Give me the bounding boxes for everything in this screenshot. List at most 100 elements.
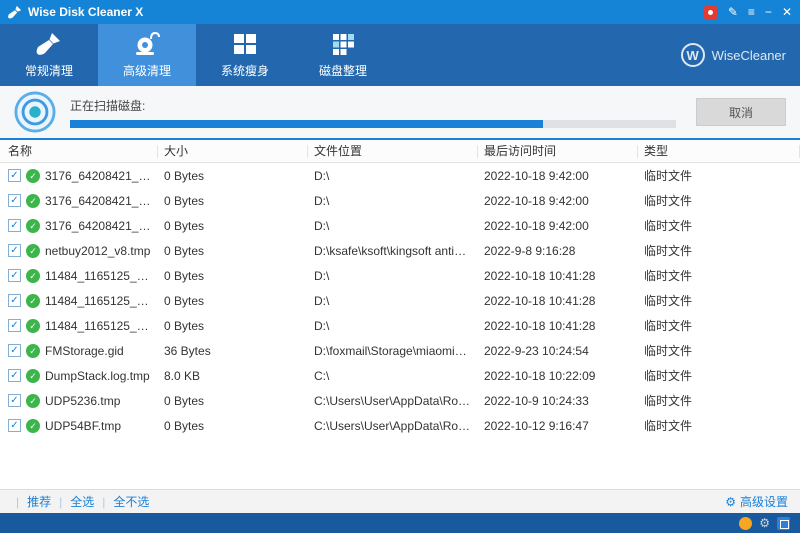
row-checkbox[interactable]: ✓ — [8, 419, 21, 432]
column-header-size[interactable]: 大小 — [158, 145, 308, 158]
scan-progress-bar — [70, 120, 676, 128]
name-cell: ✓ ✓ UDP5236.tmp — [0, 394, 158, 408]
file-size: 0 Bytes — [158, 394, 308, 408]
file-table: 名称 大小 文件位置 最后访问时间 类型 ✓ ✓ 3176_64208421_M… — [0, 140, 800, 489]
column-header-location[interactable]: 文件位置 — [308, 145, 478, 158]
file-name: FMStorage.gid — [45, 344, 124, 358]
file-location: D:\ — [308, 294, 478, 308]
file-type: 临时文件 — [638, 417, 800, 434]
file-last-access: 2022-10-18 10:41:28 — [478, 269, 638, 283]
row-checkbox[interactable]: ✓ — [8, 219, 21, 232]
select-none-link[interactable]: 全不选 — [113, 493, 149, 510]
check-circle-icon: ✓ — [26, 419, 40, 433]
tab-disk-defrag[interactable]: 磁盘整理 — [294, 24, 392, 86]
file-name: UDP54BF.tmp — [45, 419, 121, 433]
vacuum-icon — [134, 31, 160, 57]
tab-label: 高级清理 — [123, 62, 171, 79]
row-checkbox[interactable]: ✓ — [8, 194, 21, 207]
advanced-settings-link[interactable]: ⚙ 高级设置 — [725, 493, 788, 510]
check-circle-icon: ✓ — [26, 369, 40, 383]
select-all-link[interactable]: 全选 — [70, 493, 94, 510]
row-checkbox[interactable]: ✓ — [8, 319, 21, 332]
file-location: D:\ — [308, 219, 478, 233]
file-size: 0 Bytes — [158, 219, 308, 233]
row-checkbox[interactable]: ✓ — [8, 344, 21, 357]
table-row[interactable]: ✓ ✓ 3176_64208421_MVM_6.t... 0 Bytes D:\… — [0, 213, 800, 238]
name-cell: ✓ ✓ 11484_1165125_MVM_6.t... — [0, 319, 158, 333]
row-checkbox[interactable]: ✓ — [8, 394, 21, 407]
check-circle-icon: ✓ — [26, 169, 40, 183]
row-checkbox[interactable]: ✓ — [8, 269, 21, 282]
broom-icon — [36, 31, 62, 57]
file-size: 36 Bytes — [158, 344, 308, 358]
file-size: 0 Bytes — [158, 269, 308, 283]
table-row[interactable]: ✓ ✓ DumpStack.log.tmp 8.0 KB C:\ 2022-10… — [0, 363, 800, 388]
app-brush-icon — [8, 5, 22, 19]
edit-icon[interactable]: ✎ — [728, 5, 738, 19]
minimize-button[interactable]: − — [765, 5, 772, 19]
name-cell: ✓ ✓ 11484_1165125_MVM_4.t... — [0, 294, 158, 308]
file-type: 临时文件 — [638, 317, 800, 334]
table-row[interactable]: ✓ ✓ 3176_64208421_MVM_4.t... 0 Bytes D:\… — [0, 188, 800, 213]
file-location: C:\Users\User\AppData\Roamin... — [308, 394, 478, 408]
file-name: 11484_1165125_MVM_4.t... — [45, 294, 154, 308]
row-checkbox[interactable]: ✓ — [8, 169, 21, 182]
advanced-settings-label: 高级设置 — [740, 493, 788, 510]
file-type: 临时文件 — [638, 192, 800, 209]
file-name: DumpStack.log.tmp — [45, 369, 150, 383]
table-row[interactable]: ✓ ✓ FMStorage.gid 36 Bytes D:\foxmail\St… — [0, 338, 800, 363]
file-type: 临时文件 — [638, 167, 800, 184]
file-location: D:\ — [308, 269, 478, 283]
file-last-access: 2022-10-18 10:22:09 — [478, 369, 638, 383]
table-row[interactable]: ✓ ✓ UDP54BF.tmp 0 Bytes C:\Users\User\Ap… — [0, 413, 800, 438]
separator: | — [16, 495, 19, 509]
tray-gear-icon[interactable]: ⚙ — [759, 517, 770, 530]
app-window: Wise Disk Cleaner X ✎ ≡ − ✕ 常规清理 高级清理 — [0, 0, 800, 533]
column-header-name[interactable]: 名称 — [0, 145, 158, 158]
tab-label: 系统瘦身 — [221, 62, 269, 79]
file-size: 0 Bytes — [158, 194, 308, 208]
table-row[interactable]: ✓ ✓ 3176_64208421_MVM_3.t... 0 Bytes D:\… — [0, 163, 800, 188]
table-row[interactable]: ✓ ✓ netbuy2012_v8.tmp 0 Bytes D:\ksafe\k… — [0, 238, 800, 263]
menu-icon[interactable]: ≡ — [748, 5, 755, 19]
disk-scan-icon — [14, 91, 56, 133]
file-last-access: 2022-10-18 10:41:28 — [478, 319, 638, 333]
wisecleaner-brand[interactable]: W WiseCleaner — [681, 24, 786, 86]
tab-advanced-clean[interactable]: 高级清理 — [98, 24, 196, 86]
file-location: D:\ksafe\ksoft\kingsoft antivirus... — [308, 244, 478, 258]
check-circle-icon: ✓ — [26, 194, 40, 208]
tray-input-method-icon[interactable] — [777, 517, 790, 530]
tab-common-clean[interactable]: 常规清理 — [0, 24, 98, 86]
progress-main: 正在扫描磁盘: — [70, 97, 682, 128]
table-row[interactable]: ✓ ✓ 11484_1165125_MVM_4.t... 0 Bytes D:\… — [0, 288, 800, 313]
table-row[interactable]: ✓ ✓ 11484_1165125_MVM_3.t... 0 Bytes D:\… — [0, 263, 800, 288]
file-last-access: 2022-10-12 9:16:47 — [478, 419, 638, 433]
tab-system-slim[interactable]: 系统瘦身 — [196, 24, 294, 86]
file-location: C:\Users\User\AppData\Roamin... — [308, 419, 478, 433]
name-cell: ✓ ✓ 3176_64208421_MVM_4.t... — [0, 194, 158, 208]
column-header-type[interactable]: 类型 — [638, 145, 800, 158]
close-button[interactable]: ✕ — [782, 5, 792, 19]
windows-logo-icon — [232, 31, 258, 57]
table-row[interactable]: ✓ ✓ 11484_1165125_MVM_6.t... 0 Bytes D:\… — [0, 313, 800, 338]
file-size: 0 Bytes — [158, 319, 308, 333]
name-cell: ✓ ✓ 11484_1165125_MVM_3.t... — [0, 269, 158, 283]
table-row[interactable]: ✓ ✓ UDP5236.tmp 0 Bytes C:\Users\User\Ap… — [0, 388, 800, 413]
nav-bar: 常规清理 高级清理 系统瘦身 — [0, 24, 800, 86]
promo-icon[interactable] — [703, 6, 718, 19]
row-checkbox[interactable]: ✓ — [8, 244, 21, 257]
column-header-last-access[interactable]: 最后访问时间 — [478, 145, 638, 158]
file-size: 0 Bytes — [158, 419, 308, 433]
file-location: D:\ — [308, 169, 478, 183]
table-header: 名称 大小 文件位置 最后访问时间 类型 — [0, 140, 800, 163]
row-checkbox[interactable]: ✓ — [8, 294, 21, 307]
recommend-link[interactable]: 推荐 — [27, 493, 51, 510]
file-last-access: 2022-9-23 10:24:54 — [478, 344, 638, 358]
file-type: 临时文件 — [638, 292, 800, 309]
file-size: 0 Bytes — [158, 294, 308, 308]
name-cell: ✓ ✓ UDP54BF.tmp — [0, 419, 158, 433]
tray-feedback-icon[interactable] — [739, 517, 752, 530]
row-checkbox[interactable]: ✓ — [8, 369, 21, 382]
cancel-button[interactable]: 取消 — [696, 98, 786, 126]
scan-status-text: 正在扫描磁盘: — [70, 97, 682, 114]
